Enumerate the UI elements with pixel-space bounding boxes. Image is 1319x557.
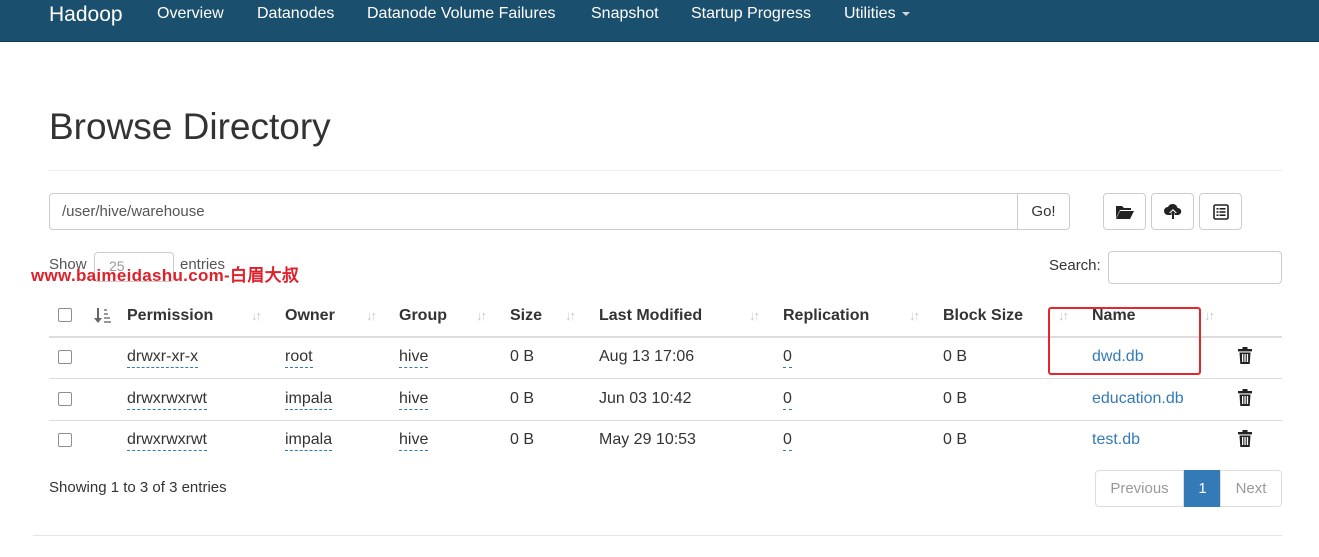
sort-icon: ↓↑	[909, 308, 920, 323]
page-title: Browse Directory	[49, 106, 331, 147]
cut-paste-button[interactable]	[1199, 193, 1242, 230]
column-header-replication[interactable]: Replication	[783, 307, 869, 325]
trash-icon[interactable]	[1238, 430, 1252, 447]
watermark-text: www.baimeidashu.com-白眉大叔	[31, 266, 300, 285]
previous-page-button[interactable]: Previous	[1095, 470, 1184, 507]
sort-icon: ↓↑	[749, 308, 760, 323]
page-1-button[interactable]: 1	[1184, 470, 1221, 507]
column-header-owner[interactable]: Owner	[285, 307, 335, 325]
folder-open-icon	[1115, 205, 1134, 219]
brand-logo[interactable]: Hadoop	[49, 3, 123, 27]
size-cell: 0 B	[510, 348, 535, 365]
top-navbar: Hadoop Overview Datanodes Datanode Volum…	[0, 0, 1319, 42]
trash-icon[interactable]	[1238, 347, 1252, 364]
nav-overview[interactable]: Overview	[157, 5, 224, 23]
column-header-group[interactable]: Group	[399, 307, 447, 325]
replication-cell[interactable]: 0	[783, 348, 792, 368]
nav-startup-progress[interactable]: Startup Progress	[691, 5, 811, 23]
replication-cell[interactable]: 0	[783, 390, 792, 410]
row-divider	[49, 420, 1282, 421]
sort-amount-asc-icon[interactable]	[94, 308, 111, 323]
list-alt-icon	[1212, 203, 1229, 220]
size-cell: 0 B	[510, 431, 535, 448]
row-checkbox[interactable]	[58, 433, 72, 447]
permission-cell[interactable]: drwxr-xr-x	[127, 348, 199, 368]
table-info-text: Showing 1 to 3 of 3 entries	[49, 479, 227, 496]
sort-icon: ↓↑	[366, 308, 377, 323]
permission-cell[interactable]: drwxrwxrwt	[127, 431, 207, 451]
replication-cell[interactable]: 0	[783, 431, 792, 451]
highlight-box	[1048, 307, 1201, 375]
row-divider	[49, 378, 1282, 379]
sort-icon: ↓↑	[251, 308, 262, 323]
last-modified-cell: Jun 03 10:42	[599, 390, 692, 407]
create-directory-button[interactable]	[1103, 193, 1146, 230]
footer-divider	[33, 535, 1282, 536]
nav-utilities-label: Utilities	[844, 5, 896, 22]
name-link[interactable]: test.db	[1092, 431, 1140, 449]
group-cell[interactable]: hive	[399, 348, 429, 368]
last-modified-cell: May 29 10:53	[599, 431, 696, 448]
owner-cell[interactable]: impala	[285, 431, 333, 451]
owner-cell[interactable]: root	[285, 348, 313, 368]
chevron-down-icon	[901, 11, 910, 16]
nav-datanode-volume-failures[interactable]: Datanode Volume Failures	[367, 5, 556, 23]
block-size-cell: 0 B	[943, 390, 968, 407]
name-link[interactable]: education.db	[1092, 390, 1184, 408]
sort-icon: ↓↑	[565, 308, 576, 323]
directory-path-input[interactable]	[49, 193, 1018, 230]
sort-icon: ↓↑	[476, 308, 487, 323]
go-button[interactable]: Go!	[1017, 193, 1070, 230]
group-cell[interactable]: hive	[399, 431, 429, 451]
row-checkbox[interactable]	[58, 350, 72, 364]
upload-files-button[interactable]	[1151, 193, 1194, 230]
block-size-cell: 0 B	[943, 348, 968, 365]
group-cell[interactable]: hive	[399, 390, 429, 410]
permission-cell[interactable]: drwxrwxrwt	[127, 390, 207, 410]
nav-snapshot[interactable]: Snapshot	[591, 5, 659, 23]
search-input[interactable]	[1108, 251, 1282, 284]
trash-icon[interactable]	[1238, 389, 1252, 406]
size-cell: 0 B	[510, 390, 535, 407]
row-checkbox[interactable]	[58, 392, 72, 406]
nav-datanodes[interactable]: Datanodes	[257, 5, 334, 23]
column-header-permission[interactable]: Permission	[127, 307, 213, 325]
next-page-button[interactable]: Next	[1220, 470, 1282, 507]
sort-icon: ↓↑	[1204, 308, 1215, 323]
nav-utilities-dropdown[interactable]: Utilities	[844, 5, 910, 23]
upload-cloud-icon	[1163, 203, 1181, 219]
owner-cell[interactable]: impala	[285, 390, 333, 410]
column-header-size[interactable]: Size	[510, 307, 542, 325]
select-all-checkbox[interactable]	[58, 308, 72, 322]
block-size-cell: 0 B	[943, 431, 968, 448]
column-header-block-size[interactable]: Block Size	[943, 307, 1023, 325]
last-modified-cell: Aug 13 17:06	[599, 348, 695, 365]
search-label: Search:	[1049, 257, 1101, 274]
column-header-last-modified[interactable]: Last Modified	[599, 307, 702, 325]
title-divider	[49, 170, 1282, 171]
